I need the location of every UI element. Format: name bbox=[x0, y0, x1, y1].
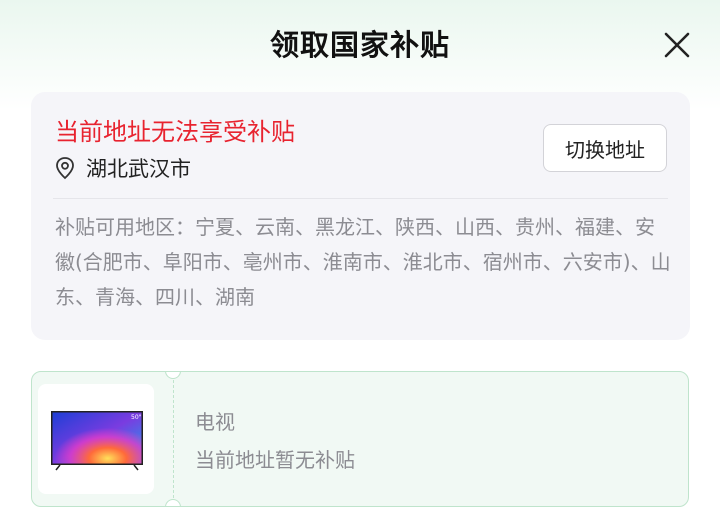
coupon-perforation bbox=[173, 380, 174, 498]
dialog-title: 领取国家补贴 bbox=[269, 28, 450, 62]
dialog-header: 领取国家补贴 bbox=[0, 0, 720, 88]
subsidy-coupon-card[interactable]: 50" 电视 当前地址暂无补贴 bbox=[31, 371, 689, 507]
location-text: 湖北武汉市 bbox=[86, 157, 191, 181]
product-thumbnail: 50" bbox=[38, 384, 154, 494]
product-name: 电视 bbox=[195, 410, 235, 434]
tv-image: 50" bbox=[51, 411, 143, 471]
close-button[interactable] bbox=[662, 30, 692, 60]
tv-size-badge: 50" bbox=[131, 414, 142, 421]
close-icon[interactable] bbox=[662, 30, 692, 60]
available-regions-text: 补贴可用地区：宁夏、云南、黑龙江、陕西、山西、贵州、福建、安徽(合肥市、阜阳市、… bbox=[55, 215, 671, 309]
divider bbox=[53, 198, 668, 199]
current-location: 湖北武汉市 bbox=[54, 154, 191, 182]
subsidy-status: 当前地址暂无补贴 bbox=[195, 448, 355, 472]
address-warning: 当前地址无法享受补贴 bbox=[55, 118, 295, 146]
coupon-notch-bottom bbox=[165, 499, 181, 506]
address-card: 当前地址无法享受补贴 湖北武汉市 切换地址 补贴可用地区：宁夏、云南、黑龙江、陕… bbox=[31, 92, 690, 340]
location-pin-icon bbox=[56, 157, 74, 180]
switch-address-button[interactable]: 切换地址 bbox=[543, 124, 667, 172]
coupon-notch-top bbox=[165, 372, 181, 379]
